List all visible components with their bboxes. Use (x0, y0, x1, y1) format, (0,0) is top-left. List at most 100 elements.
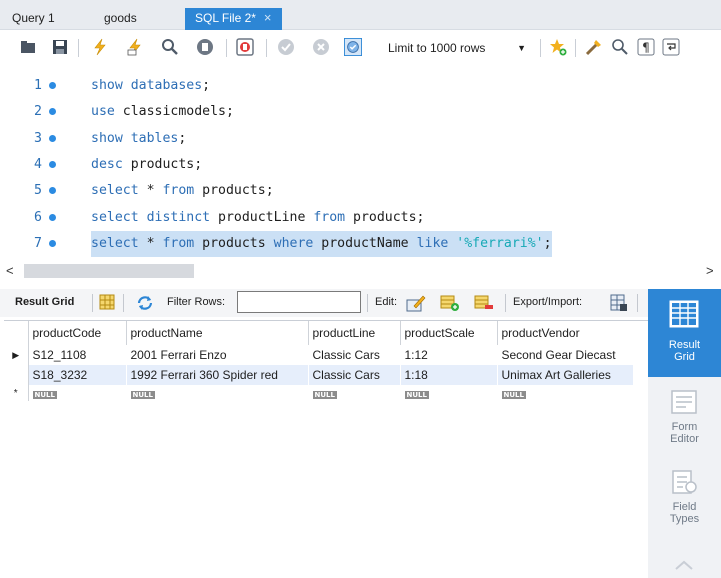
code-line[interactable]: 5 select * from products; (0, 178, 721, 204)
code-token: select (91, 235, 147, 251)
find-icon[interactable] (611, 38, 629, 56)
new-row[interactable]: * NULL NULL NULL NULL NULL (4, 385, 634, 401)
code-text[interactable]: show databases; (91, 73, 210, 99)
statement-marker-icon[interactable] (49, 213, 56, 221)
table-cell[interactable]: 2001 Ferrari Enzo (126, 345, 309, 365)
statement-marker-icon[interactable] (49, 160, 56, 168)
null-badge: NULL (130, 391, 155, 399)
export-icon[interactable] (610, 294, 628, 312)
table-cell[interactable]: 1992 Ferrari 360 Spider red (126, 365, 309, 385)
code-token: desc (91, 156, 131, 172)
code-text[interactable]: select * from products; (91, 178, 274, 204)
new-row-marker[interactable]: * (4, 385, 29, 401)
delete-row-icon[interactable] (474, 294, 493, 312)
table-cell[interactable]: S18_3232 (28, 365, 127, 385)
scroll-left-icon[interactable]: < (6, 262, 14, 280)
toolbar-divider (123, 294, 124, 312)
statement-marker-icon[interactable] (49, 134, 56, 142)
column-header[interactable]: productScale (400, 321, 498, 345)
statement-marker-icon[interactable] (49, 82, 56, 89)
column-header[interactable]: productCode (28, 321, 127, 345)
beautify-icon[interactable] (585, 38, 603, 56)
autocommit-icon[interactable] (344, 38, 362, 56)
statement-marker-icon[interactable] (49, 239, 56, 247)
word-wrap-icon[interactable] (662, 38, 680, 56)
code-text[interactable]: use classicmodels; (91, 99, 234, 125)
limit-rows-select[interactable]: Limit to 1000 rows ▼ (380, 38, 532, 58)
code-line[interactable]: 7 select * from products where productNam… (0, 230, 721, 257)
add-row-icon[interactable] (440, 294, 459, 312)
edit-row-icon[interactable] (406, 294, 426, 312)
tab-query-1[interactable]: Query 1 (12, 8, 55, 30)
toggle-continue-on-error-icon[interactable] (236, 38, 254, 56)
current-row-marker[interactable]: ▶ (4, 345, 29, 365)
sql-editor[interactable]: 1 show databases; 2 use classicmodels; 3 show… (0, 65, 721, 260)
stop-icon[interactable] (196, 38, 214, 56)
column-header[interactable]: productVendor (497, 321, 633, 345)
null-cell[interactable]: NULL (400, 385, 498, 401)
field-types-button[interactable]: Field Types (648, 465, 721, 553)
code-text[interactable]: select * from products where productName… (91, 230, 552, 257)
code-text[interactable]: show tables; (91, 126, 186, 152)
close-icon[interactable]: × (264, 10, 272, 25)
result-grid[interactable]: productCode productName productLine prod… (4, 320, 648, 578)
grid-layout-icon[interactable] (99, 294, 117, 312)
table-cell[interactable]: Second Gear Diecast (497, 345, 634, 365)
result-grid-label[interactable]: Result Grid (15, 296, 74, 308)
invisible-chars-icon[interactable]: ¶ (637, 38, 655, 56)
toolbar-divider (637, 294, 638, 312)
table-cell[interactable]: S12_1108 (28, 345, 127, 365)
null-badge: NULL (501, 391, 526, 399)
table-cell[interactable]: Unimax Art Galleries (497, 365, 634, 385)
open-folder-icon[interactable] (19, 38, 37, 56)
code-token: select distinct (91, 209, 219, 225)
code-token: show tables (91, 130, 179, 146)
table-row[interactable]: S18_3232 1992 Ferrari 360 Spider red Cla… (4, 365, 634, 385)
code-token: ; (202, 78, 211, 93)
code-line[interactable]: 6 select distinct productLine from produc… (0, 205, 721, 231)
code-token: products (202, 235, 274, 251)
explain-icon[interactable] (161, 38, 179, 56)
null-cell[interactable]: NULL (497, 385, 634, 401)
code-text[interactable]: select distinct productLine from product… (91, 205, 425, 231)
code-line[interactable]: 1 show databases; (0, 73, 721, 99)
commit-icon[interactable] (277, 38, 295, 56)
bookmark-icon[interactable] (549, 38, 567, 56)
execute-selection-icon[interactable] (126, 38, 144, 56)
table-cell[interactable]: 1:18 (400, 365, 498, 385)
row-marker[interactable] (4, 365, 29, 385)
toolbar-divider (266, 39, 267, 57)
result-grid-view-button[interactable]: Result Grid (648, 289, 721, 377)
null-cell[interactable]: NULL (126, 385, 309, 401)
tab-goods[interactable]: goods (104, 8, 137, 30)
execute-icon[interactable] (91, 38, 109, 56)
code-token: products; (130, 156, 203, 172)
editor-horizontal-scrollbar[interactable]: < > (0, 262, 721, 280)
null-cell[interactable]: NULL (28, 385, 127, 401)
form-editor-button[interactable]: Form Editor (648, 377, 721, 465)
code-line[interactable]: 4 desc products; (0, 152, 721, 178)
scroll-up-button[interactable] (648, 551, 721, 578)
code-text[interactable]: desc products; (91, 152, 202, 178)
filter-rows-input[interactable] (237, 291, 361, 313)
scrollbar-thumb[interactable] (24, 264, 194, 278)
table-cell[interactable]: Classic Cars (308, 365, 401, 385)
code-token: select (91, 183, 147, 199)
rollback-icon[interactable] (312, 38, 330, 56)
code-line[interactable]: 2 use classicmodels; (0, 99, 721, 125)
svg-text:¶: ¶ (642, 41, 650, 55)
scroll-right-icon[interactable]: > (706, 262, 714, 280)
refresh-icon[interactable] (136, 294, 154, 312)
statement-marker-icon[interactable] (49, 108, 56, 116)
column-header[interactable]: productName (126, 321, 309, 345)
code-line[interactable]: 3 show tables; (0, 126, 721, 152)
table-row[interactable]: ▶ S12_1108 2001 Ferrari Enzo Classic Car… (4, 345, 634, 365)
tab-sql-file-2[interactable]: SQL File 2* × (185, 8, 282, 30)
null-cell[interactable]: NULL (308, 385, 401, 401)
save-icon[interactable] (51, 38, 69, 56)
table-cell[interactable]: 1:12 (400, 345, 498, 365)
table-cell[interactable]: Classic Cars (308, 345, 401, 365)
column-header[interactable]: productLine (308, 321, 401, 345)
code-token: '%ferrari%' (456, 235, 544, 251)
statement-marker-icon[interactable] (49, 187, 56, 195)
